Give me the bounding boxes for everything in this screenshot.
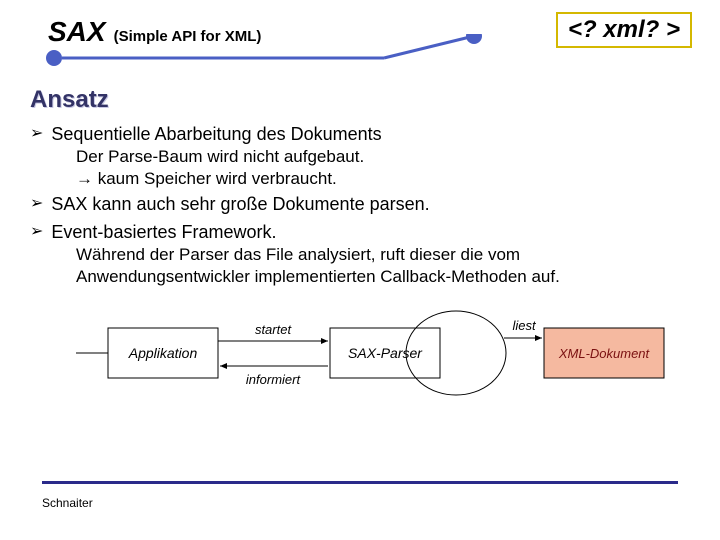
bullet-text: SAX kann auch sehr große Dokumente parse… [51,192,429,216]
sax-flow-diagram: Applikation startet informiert SAX-Parse… [76,298,690,413]
bullet-glyph-icon: ➢ [30,192,43,216]
bullet-glyph-icon: ➢ [30,122,43,146]
content-area: ➢ Sequentielle Abarbeitung des Dokuments… [0,122,720,413]
diagram-box-parser: SAX-Parser [348,345,423,361]
section-heading: Ansatz [30,86,720,114]
footer-rule [42,481,678,484]
bullet-item: ➢ Event-basiertes Framework. [30,220,690,244]
diagram-arrow-start: startet [255,322,293,337]
diagram-box-doc: XML-Dokument [558,346,651,361]
diagram-svg: Applikation startet informiert SAX-Parse… [76,298,676,408]
bullet-subtext: → kaum Speicher wird verbraucht. [76,168,690,190]
diagram-arrow-read: liest [512,318,537,333]
diagram-box-app: Applikation [128,345,198,361]
header-connector-line [44,34,564,68]
slide-header: SAX (Simple API for XML) <? xml? > [0,0,720,60]
footer-author: Schnaiter [42,496,93,510]
bullet-subtext: Der Parse-Baum wird nicht aufgebaut. [76,146,690,168]
bullet-item: ➢ Sequentielle Abarbeitung des Dokuments [30,122,690,146]
xml-badge: <? xml? > [556,12,692,48]
bullet-subtext: Während der Parser das File analysiert, … [76,244,690,288]
bullet-item: ➢ SAX kann auch sehr große Dokumente par… [30,192,690,216]
diagram-arrow-inform: informiert [246,372,302,387]
bullet-text: Sequentielle Abarbeitung des Dokuments [51,122,381,146]
bullet-text: Event-basiertes Framework. [51,220,276,244]
bullet-glyph-icon: ➢ [30,220,43,244]
